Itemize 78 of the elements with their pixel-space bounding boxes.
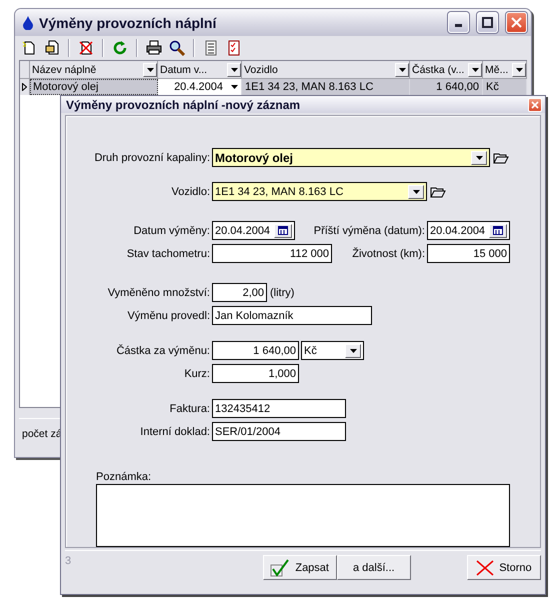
status-number: 3 (65, 555, 72, 568)
field-label: Příští výměna (datum): (312, 224, 426, 237)
maximize-icon (482, 17, 493, 28)
caret-icon (412, 190, 420, 194)
document-field[interactable]: SER/01/2004 (212, 422, 346, 442)
close-icon (511, 17, 522, 28)
filter-button[interactable] (468, 62, 482, 76)
caret-icon (350, 348, 356, 353)
close-button[interactable] (506, 12, 527, 33)
header-corner (20, 61, 30, 79)
caret-icon (476, 156, 482, 160)
amount-field[interactable]: 1 640,00 (212, 341, 299, 360)
filter-button[interactable] (395, 62, 409, 76)
caret-icon (146, 68, 154, 72)
minimize-button[interactable] (448, 12, 469, 33)
column-header[interactable]: Název náplně (30, 61, 158, 79)
field-label: Faktura: (168, 402, 211, 415)
row-indicator[interactable] (20, 79, 30, 95)
caret-icon (516, 68, 522, 72)
lifetime-field[interactable]: 15 000 (427, 244, 510, 264)
calendar-icon (278, 226, 288, 236)
field-label: Interní doklad: (139, 426, 211, 438)
dialog-button[interactable]: Zapsat (262, 555, 337, 580)
note-field[interactable] (96, 484, 510, 548)
column-header[interactable]: Částka (v... (410, 61, 483, 79)
column-header[interactable]: Vozidlo (242, 61, 410, 79)
window-title: Výměny provozních náplní (39, 14, 218, 30)
field-label: Kurz: (183, 368, 211, 380)
dialog-title: Výměny provozních náplní -nový záznam (66, 98, 302, 112)
folder-icon[interactable] (493, 152, 509, 164)
currency-select[interactable]: Kč (301, 341, 364, 360)
dropdown-button[interactable] (408, 184, 424, 199)
row-pointer-icon (22, 83, 27, 91)
fluid-type-combo[interactable]: Motorový olej (212, 148, 490, 168)
field-label: Částka za výměnu: (115, 344, 211, 357)
caret-icon (472, 68, 478, 72)
maximize-button[interactable] (477, 12, 498, 33)
dialog-button[interactable]: Storno (466, 555, 541, 580)
invoice-field[interactable]: 132435412 (212, 399, 346, 418)
field-label: Životnost (km): (351, 248, 426, 260)
field-label: Vyměněno množství: (106, 286, 211, 299)
field-label: Druh provozní kapaliny: (93, 152, 211, 164)
field-label: Výměnu provedl: (126, 310, 211, 322)
column-header[interactable]: Datum v... (158, 61, 242, 79)
caret-icon (230, 85, 238, 89)
table-row[interactable]: Motorový olej 20.4.2004 1E1 34 23, MAN 8.163 LC 1 640,00 Kč (20, 79, 526, 95)
filter-button[interactable] (227, 62, 241, 76)
close-icon (531, 100, 539, 109)
date-cell[interactable]: 20.4.2004 (158, 79, 242, 95)
filter-button[interactable] (512, 62, 526, 76)
check-icon (270, 558, 290, 577)
drop-icon (23, 16, 33, 30)
rate-field[interactable]: 1,000 (212, 364, 299, 384)
field-label: Stav tachometru: (126, 248, 211, 260)
field-label: Datum výměny: (132, 224, 211, 237)
search-button[interactable] (167, 38, 187, 58)
quantity-field[interactable]: 2,00 (212, 283, 267, 302)
dropdown-button[interactable] (345, 344, 361, 358)
caret-icon (398, 68, 406, 72)
vehicle-combo[interactable]: 1E1 34 23, MAN 8.163 LC (212, 182, 427, 202)
folder-icon[interactable] (430, 186, 446, 198)
calendar-button[interactable] (489, 224, 507, 238)
column-header[interactable]: Mě... (483, 61, 527, 79)
calendar-icon (493, 226, 503, 236)
filter-button[interactable] (143, 62, 157, 76)
calendar-button[interactable] (274, 224, 292, 238)
dropdown-button[interactable] (471, 150, 487, 165)
name-field[interactable]: Jan Kolomazník (212, 306, 372, 326)
cancel-icon (476, 560, 494, 576)
dialog-button[interactable]: a další... (336, 555, 411, 580)
close-button[interactable] (528, 98, 542, 112)
date-field[interactable]: 20.04.2004 (427, 221, 510, 240)
unit-label: (litry) (270, 286, 294, 299)
caret-icon (230, 68, 238, 72)
odometer-field[interactable]: 112 000 (212, 244, 332, 264)
field-label: Vozidlo: (170, 186, 211, 198)
field-label: Poznámka: (96, 471, 152, 484)
date-field[interactable]: 20.04.2004 (212, 221, 295, 240)
